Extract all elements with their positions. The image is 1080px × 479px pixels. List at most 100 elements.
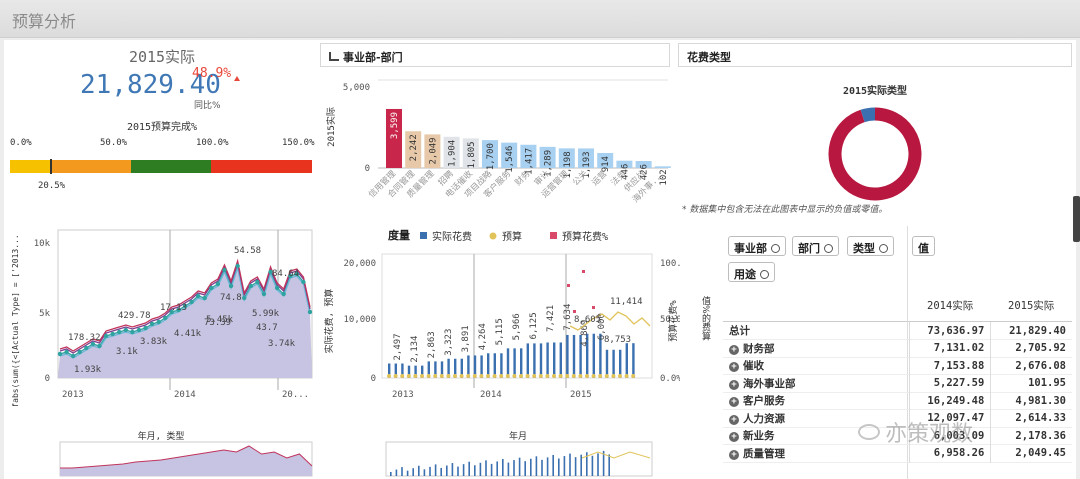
value-button[interactable]: 值 [912, 236, 935, 256]
data-label: 4.41k [174, 329, 202, 339]
pivot-cell-2015: 2,705.92 [1015, 342, 1066, 355]
dept-bar-chart[interactable]: 5,00002015实际 3,599信用管理2,242合同管理2,049质量管理1… [322, 72, 672, 222]
y2-axis-label: 预算花费% [667, 300, 679, 342]
scroll-handle[interactable] [1073, 196, 1080, 242]
bar [605, 349, 609, 378]
data-point [235, 263, 240, 269]
data-point [248, 283, 253, 289]
scroller-bar [546, 457, 549, 476]
pivot-row[interactable]: + 海外事业部 5,227.59 101.95 [723, 374, 1072, 392]
expand-icon[interactable]: + [729, 449, 739, 460]
budget-point [505, 374, 510, 378]
pivot-cell-2014: 7,131.02 [909, 339, 992, 357]
type-donut-chart[interactable]: 2015实际类型 [680, 72, 1070, 222]
bar [625, 343, 628, 378]
budget-point [578, 374, 583, 378]
filter-button-subdept[interactable]: 部门 [792, 236, 839, 256]
expand-icon[interactable]: + [729, 379, 739, 390]
data-label: 74.8 [220, 293, 242, 303]
expand-icon[interactable]: + [729, 344, 739, 355]
filter-button-usage[interactable]: 用途 [728, 262, 775, 282]
line-chart-scroller[interactable]: 年月, 类型 [6, 428, 316, 478]
monthly-line-chart[interactable]: 10k 5k 0 fabs(sum({<[Actual Type] = ['2013.… [6, 226, 316, 406]
bar [572, 334, 576, 378]
filter-button-type[interactable]: 类型 [847, 236, 894, 256]
data-point [77, 349, 82, 355]
expand-icon[interactable]: + [729, 414, 739, 425]
measure-chart-scroller[interactable]: 年月 [320, 428, 680, 478]
pivot-cell-2015: 4,981.30 [1015, 394, 1066, 407]
progress-tick: 100.0% [196, 138, 229, 148]
data-label: 3.83k [140, 337, 168, 347]
legend-label: 预算花费% [562, 230, 608, 243]
data-point [143, 325, 148, 331]
pivot-label-text: 催收 [743, 360, 764, 373]
pivot-row[interactable]: + 财务部 7,131.02 2,705.92 [723, 339, 1072, 357]
scroller-bar [462, 464, 465, 476]
bar-value-label: 2,242 [409, 134, 419, 161]
scroller-bar [580, 454, 582, 476]
kpi-change-label: 同比% [194, 101, 221, 111]
expand-icon[interactable]: + [729, 362, 739, 373]
bar-value-label: 1,700 [486, 143, 496, 170]
data-point [70, 353, 76, 359]
pivot-label-text: 海外事业部 [743, 377, 796, 390]
donut-title: 2015实际类型 [843, 84, 907, 97]
pivot-row[interactable]: + 客户服务 16,249.48 4,981.30 [723, 392, 1072, 410]
bar-value-label: 5,115 [495, 318, 505, 345]
budget-point [459, 374, 464, 378]
scroller-bar [479, 462, 482, 476]
expand-icon[interactable]: + [729, 432, 739, 443]
scroller-bar [468, 461, 470, 476]
bar-value-label: 1,546 [505, 146, 515, 173]
pct-point [567, 284, 570, 287]
bar-value-label: 1,805 [467, 141, 477, 168]
kpi-title: 2015实际 [128, 48, 196, 66]
legend-label: 预算 [502, 230, 522, 243]
budget-point [624, 374, 629, 378]
bar-value-label: 3,323 [444, 329, 454, 356]
kpi-block: 2015实际 21,829.40 48.9% 同比% 2015预算完成% 0.0… [4, 40, 320, 230]
scroller-bar [457, 466, 459, 476]
y-axis-label: 2015实际 [325, 107, 337, 147]
budget-point [426, 374, 431, 378]
filter-button-dept[interactable]: 事业部 [728, 236, 786, 256]
data-point [202, 295, 207, 301]
data-point [228, 283, 234, 289]
pivot-row-label: + 财务部 [723, 339, 910, 357]
search-icon [760, 270, 769, 279]
pivot-cell-2015: 2,676.08 [1015, 359, 1066, 372]
budget-point [525, 374, 530, 378]
y-tick-label: 5k [39, 309, 50, 319]
budget-point [519, 374, 523, 378]
y2-tick-label: 0.0% [660, 374, 680, 384]
pivot-label-text: 总计 [729, 325, 750, 337]
annotation-label: 8,605 [574, 315, 601, 325]
pct-point [592, 306, 595, 309]
budget-point [472, 374, 477, 378]
bar-value-label: 2,049 [428, 137, 438, 164]
bar [539, 343, 543, 378]
budget-point [439, 374, 444, 378]
scroller-bar [541, 459, 543, 476]
progress-tick: 150.0% [282, 138, 315, 148]
bar [619, 349, 622, 378]
progress-seg-green [130, 160, 212, 173]
bar [506, 348, 510, 378]
pivot-row[interactable]: + 催收 7,153.88 2,676.08 [723, 357, 1072, 375]
budget-point [433, 374, 438, 378]
budget-measure-chart[interactable]: 度量实际花费预算预算花费%20,00010,0000100.0%50.0%0.0… [320, 226, 680, 406]
y-tick-label: 20,000 [343, 259, 376, 269]
budget-point [611, 374, 616, 378]
x-tick-label: 2014 [174, 390, 196, 400]
bar [526, 343, 529, 378]
bar [553, 342, 556, 378]
dept-panel-title[interactable]: 事业部-部门 [320, 43, 670, 67]
expand-icon[interactable]: + [729, 397, 739, 408]
y-tick-label: 5,000 [343, 83, 370, 93]
bar-value-label: 3,599 [390, 112, 400, 139]
data-label: 84.64 [272, 269, 299, 279]
budget-point [598, 374, 603, 378]
annotation-label: 11,414 [610, 297, 643, 307]
donut-panel-title[interactable]: 花费类型 [678, 43, 1072, 67]
